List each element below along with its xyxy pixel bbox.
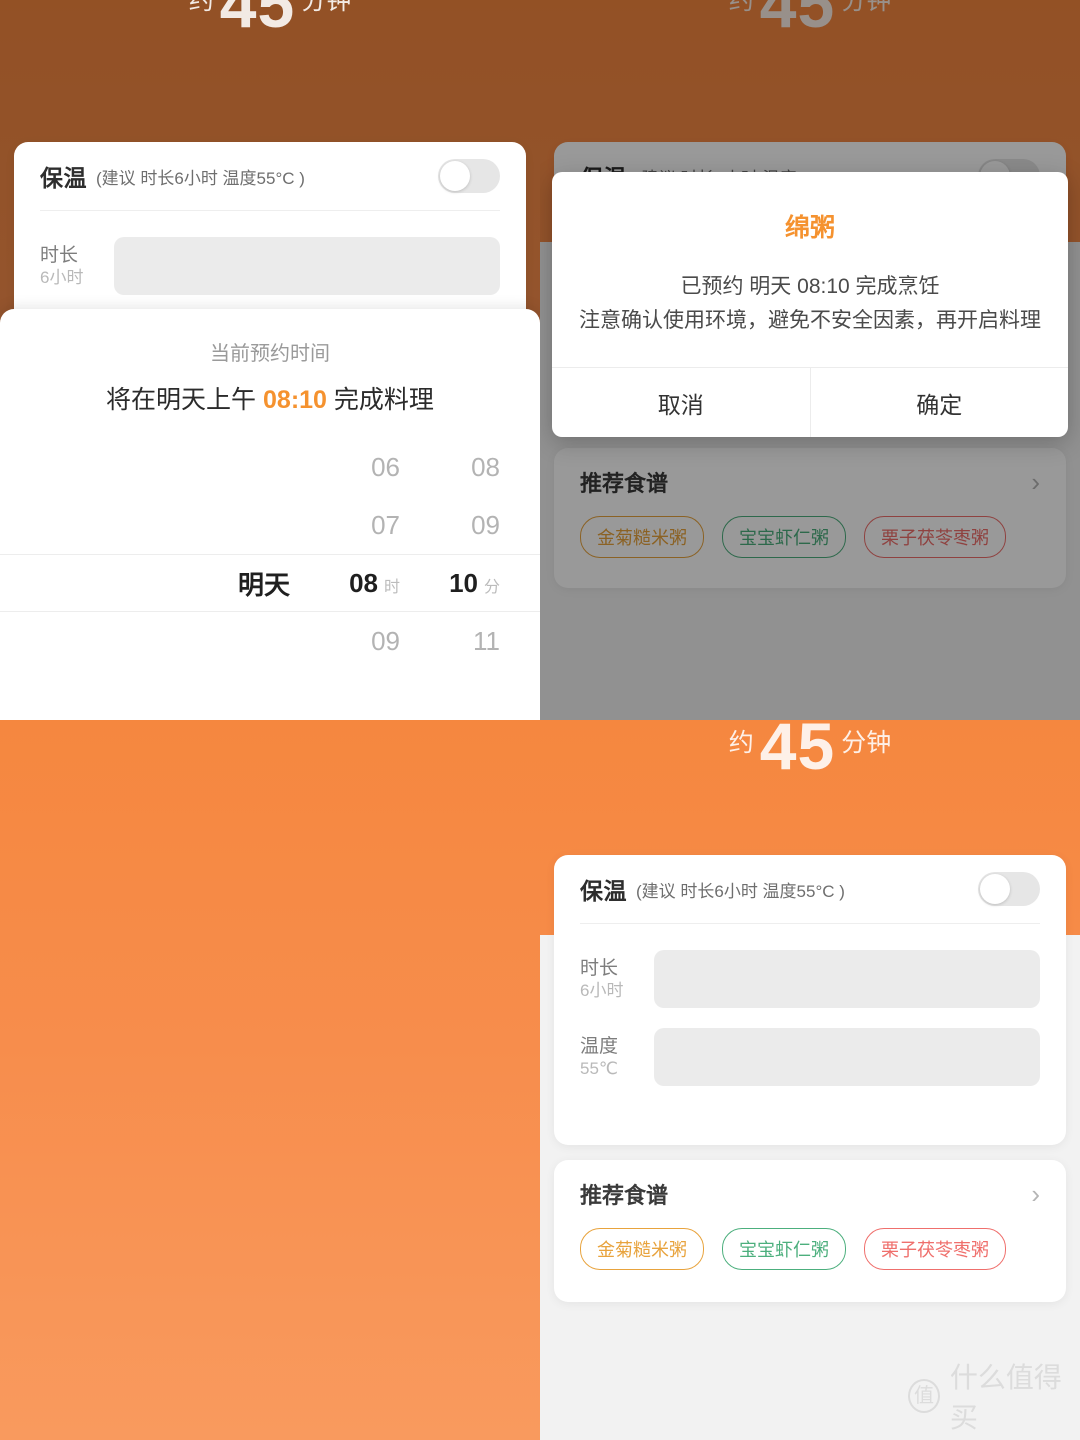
temperature-field-row[interactable]: 温度 55℃ <box>554 1018 1066 1096</box>
card-divider <box>40 210 500 211</box>
keep-warm-subtitle: (建议 时长6小时 温度55°C ) <box>96 168 305 188</box>
keep-warm-header: 保温 (建议 时长6小时 温度55°C ) <box>14 142 526 210</box>
picker-hour: 09 <box>371 625 400 656</box>
time-picker-sheet: 当前预约时间 将在明天上午 08:10 完成料理 06 08 07 09 明天 … <box>0 309 540 720</box>
panel-top-left: 约45分钟 保温 (建议 时长6小时 温度55°C ) 时长 6小时 温度 55… <box>0 0 540 720</box>
toggle-knob <box>440 161 470 191</box>
recipe-tag-row: 金菊糙米粥 宝宝虾仁粥 栗子茯苓枣粥 <box>554 1214 1066 1292</box>
picker-minute: 08 <box>471 451 500 482</box>
keep-warm-toggle[interactable] <box>438 159 500 193</box>
picker-row[interactable]: 07 09 <box>0 496 540 554</box>
panel-bottom-left: 预约中 约明天 08:10 完成料理 <box>0 720 540 1440</box>
picker-row[interactable]: 06 08 <box>0 438 540 496</box>
panel-top-right: 约45分钟 保温 (建议 时长6小时 温度55°C ) 时长 6小时 温度 55… <box>540 0 1080 720</box>
time-picker-header: 当前预约时间 将在明天上午 08:10 完成料理 <box>0 309 540 438</box>
picker-row-selected[interactable]: 明天 08 时 10 分 <box>0 554 540 612</box>
recipe-tag[interactable]: 栗子茯苓枣粥 <box>864 1228 1006 1270</box>
dialog-line-1: 已预约 明天 08:10 完成烹饪 <box>680 275 940 298</box>
recipe-card: 推荐食谱 › 金菊糙米粥 宝宝虾仁粥 栗子茯苓枣粥 <box>554 1160 1066 1302</box>
cook-time-prefix: 约 <box>188 0 214 15</box>
watermark: 值 什么值得买 <box>908 1356 1080 1436</box>
duration-slider-bar[interactable] <box>114 237 500 295</box>
cook-time-prefix: 约 <box>728 729 754 757</box>
picker-minute-selected: 10 分 <box>400 568 500 599</box>
watermark-badge-icon: 值 <box>908 1379 940 1413</box>
keep-warm-card: 保温 (建议 时长6小时 温度55°C ) 时长 6小时 温度 55℃ <box>554 855 1066 1145</box>
dialog-line-2: 注意确认使用环境，避免不安全因素，再开启料理 <box>579 308 1041 332</box>
temperature-label-value: 55℃ <box>580 1059 619 1079</box>
temperature-slider-bar[interactable] <box>654 1028 1040 1086</box>
picker-hour-value: 08 <box>349 567 378 598</box>
card-divider <box>580 923 1040 924</box>
duration-label-value: 6小时 <box>580 981 624 1001</box>
panel-bottom-right: 约45 分钟 保温 (建议 时长6小时 温度55°C ) 时长 6小时 温度 55… <box>540 720 1080 1440</box>
duration-label-title: 时长 <box>580 957 619 979</box>
picker-row[interactable]: 09 11 <box>0 612 540 670</box>
toggle-knob <box>980 874 1010 904</box>
recipe-tag[interactable]: 金菊糙米粥 <box>580 1228 704 1270</box>
keep-warm-title: 保温 <box>580 878 627 904</box>
duration-label: 时长 6小时 <box>580 957 654 1002</box>
keep-warm-title: 保温 <box>40 165 87 191</box>
duration-label-value: 6小时 <box>40 268 84 288</box>
dialog-actions: 取消 确定 <box>552 367 1069 438</box>
picker-hour-unit: 时 <box>383 578 400 596</box>
screenshot-collage: 约45分钟 保温 (建议 时长6小时 温度55°C ) 时长 6小时 温度 55… <box>0 0 1080 1440</box>
temperature-label: 温度 55℃ <box>580 1035 654 1080</box>
reservation-prefix: 将在明天上午 <box>106 386 257 414</box>
chevron-right-icon[interactable]: › <box>1031 1181 1040 1207</box>
current-reservation-caption: 当前预约时间 <box>210 343 330 365</box>
cook-time-heading: 约 45 分钟 <box>0 0 540 42</box>
cancel-button[interactable]: 取消 <box>552 368 810 437</box>
keep-warm-toggle[interactable] <box>978 872 1040 906</box>
time-picker-wheels[interactable]: 06 08 07 09 明天 08 时 10 分 09 11 <box>0 438 540 670</box>
confirm-button[interactable]: 确定 <box>809 368 1069 438</box>
recipe-card-header[interactable]: 推荐食谱 › <box>554 1160 1066 1214</box>
reservation-time: 08:10 <box>263 386 327 414</box>
dialog-body: 绵粥 已预约 明天 08:10 完成烹饪 注意确认使用环境，避免不安全因素，再开… <box>552 172 1068 367</box>
duration-label-title: 时长 <box>40 244 79 266</box>
cook-time-suffix: 分钟 <box>301 0 352 15</box>
duration-label: 时长 6小时 <box>40 244 114 289</box>
dialog-title: 绵粥 <box>784 214 835 242</box>
picker-minute: 09 <box>471 509 500 540</box>
picker-hour: 06 <box>371 451 400 482</box>
picker-minute: 11 <box>473 625 500 656</box>
picker-day-selected: 明天 <box>237 569 290 600</box>
reservation-confirm-dialog: 绵粥 已预约 明天 08:10 完成烹饪 注意确认使用环境，避免不安全因素，再开… <box>552 172 1069 438</box>
recipe-tag[interactable]: 宝宝虾仁粥 <box>722 1228 846 1270</box>
watermark-text: 什么值得买 <box>949 1362 1062 1433</box>
current-reservation-text: 将在明天上午 08:10 完成料理 <box>106 386 434 414</box>
cook-time-minutes: 45 <box>219 0 296 41</box>
duration-field-row[interactable]: 时长 6小时 <box>14 227 526 305</box>
picker-minute-value: 10 <box>449 567 478 598</box>
picker-minute-unit: 分 <box>483 578 500 596</box>
orange-background <box>0 720 540 1440</box>
duration-slider-bar[interactable] <box>654 950 1040 1008</box>
cook-time-heading: 约45 分钟 <box>540 720 1080 784</box>
cook-time-minutes: 45 <box>759 720 836 783</box>
cook-time-suffix: 分钟 <box>841 729 892 757</box>
reservation-suffix: 完成料理 <box>333 386 434 414</box>
temperature-label-title: 温度 <box>580 1035 619 1057</box>
picker-hour: 07 <box>371 509 400 540</box>
duration-field-row[interactable]: 时长 6小时 <box>554 940 1066 1018</box>
picker-hour-selected: 08 时 <box>290 568 400 599</box>
keep-warm-subtitle: (建议 时长6小时 温度55°C ) <box>636 881 845 901</box>
recipe-card-title: 推荐食谱 <box>580 1183 669 1208</box>
keep-warm-header: 保温 (建议 时长6小时 温度55°C ) <box>554 855 1066 923</box>
